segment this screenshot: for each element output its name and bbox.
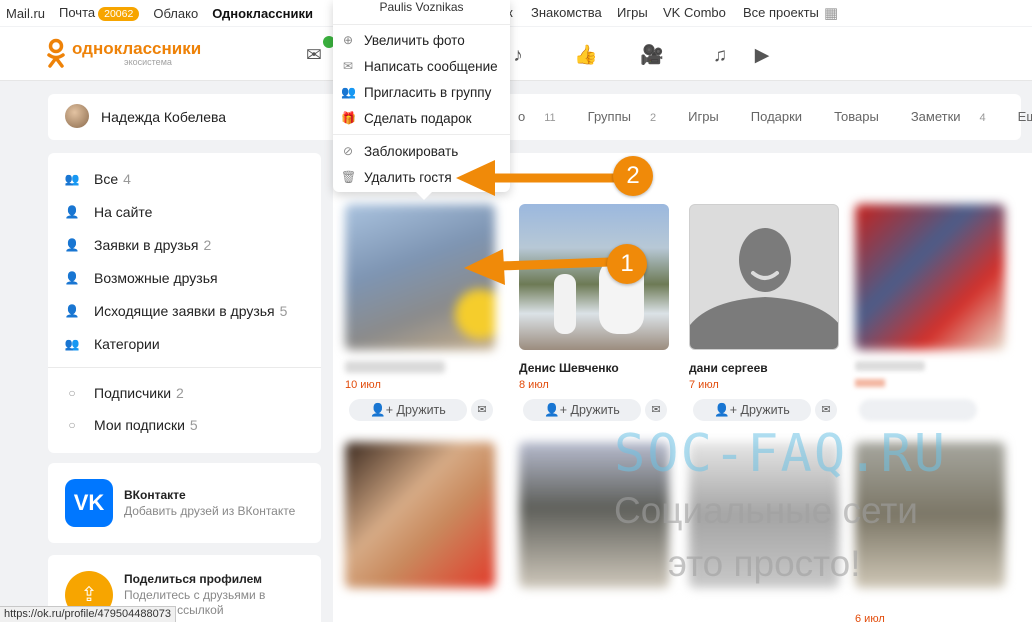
watermark-site: SOC-FAQ.RU	[614, 424, 948, 484]
watermark-tagline-2: это просто!	[668, 543, 861, 584]
annotation-badge-1: 1	[607, 244, 647, 284]
annotation-badge-2: 2	[613, 156, 653, 196]
browser-status-url: https://ok.ru/profile/479504488073	[0, 606, 176, 622]
watermark-tagline-1: Социальные сети	[614, 490, 918, 531]
